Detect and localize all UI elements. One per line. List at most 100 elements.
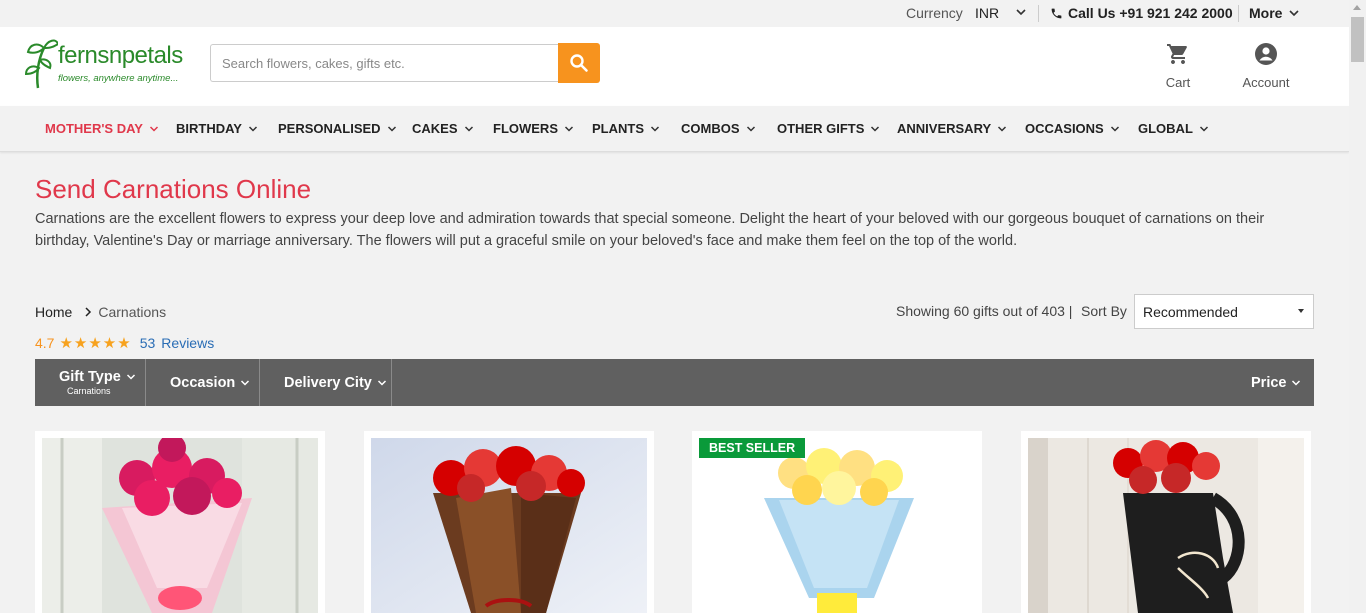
filter-label: Price (1251, 374, 1287, 391)
chevron-down-icon (248, 125, 258, 132)
call-us-link[interactable]: Call Us +91 921 242 2000 (1050, 5, 1233, 21)
chevron-down-icon (464, 125, 473, 132)
caret-down-icon (1298, 309, 1304, 313)
nav-item-occasions[interactable]: OCCASIONS (1025, 121, 1120, 136)
product-card[interactable] (35, 431, 325, 613)
nav-item-label: MOTHER'S DAY (45, 121, 143, 136)
nav-item-label: OCCASIONS (1025, 121, 1104, 136)
search-icon (570, 54, 588, 72)
best-seller-badge: BEST SELLER (699, 438, 806, 458)
chevron-down-icon (650, 125, 660, 132)
page-title: Send Carnations Online (35, 174, 312, 204)
sort-by-label: Sort By (1081, 303, 1127, 319)
call-us-text: Call Us +91 921 242 2000 (1068, 5, 1233, 21)
results-count: Showing 60 gifts out of 403 | (896, 303, 1073, 319)
star-rating-icon: ★★★★★ (59, 335, 132, 352)
nav-item-label: OTHER GIFTS (777, 121, 865, 136)
nav-item-birthday[interactable]: BIRTHDAY (176, 121, 258, 136)
filter-gift-type-selected: Carnations (67, 386, 111, 396)
nav-item-personalised[interactable]: PERSONALISED (278, 121, 397, 136)
filter-bar: Gift Type Carnations Occasion Delivery C… (35, 359, 1314, 406)
chevron-down-icon (564, 125, 574, 132)
filter-occasion[interactable]: Occasion (146, 359, 260, 406)
cart-icon (1167, 44, 1187, 64)
nav-item-label: CAKES (412, 121, 458, 136)
top-utility-bar: Currency INR Call Us +91 921 242 2000 Mo… (0, 0, 1349, 27)
chevron-down-icon (1288, 7, 1300, 19)
phone-icon (1050, 7, 1063, 20)
sort-select[interactable]: Recommended (1134, 294, 1314, 329)
filter-label: Occasion (170, 374, 236, 391)
reviews-link[interactable]: Reviews (161, 335, 214, 351)
category-nav: MOTHER'S DAY BIRTHDAY PERSONALISED CAKES… (0, 106, 1349, 152)
scrollbar-thumb[interactable] (1351, 17, 1364, 62)
nav-item-label: PERSONALISED (278, 121, 381, 136)
divider (1238, 5, 1239, 22)
sort-select-value: Recommended (1143, 303, 1238, 320)
logo-brand-text: fernsnpetals (58, 42, 183, 69)
chevron-down-icon (1110, 125, 1119, 132)
chevron-down-icon (149, 125, 158, 132)
currency-selector[interactable]: INR (975, 5, 999, 21)
product-card[interactable] (364, 431, 654, 613)
nav-item-label: GLOBAL (1138, 121, 1193, 136)
chevron-down-icon (998, 125, 1007, 132)
breadcrumb: Home Carnations (35, 304, 166, 320)
product-card[interactable] (1021, 431, 1311, 613)
nav-item-combos[interactable]: COMBOS (681, 121, 756, 136)
nav-item-label: ANNIVERSARY (897, 121, 992, 136)
rating-value: 4.7 (35, 335, 55, 351)
cart-button[interactable]: Cart (1158, 42, 1198, 90)
filter-price[interactable]: Price (1251, 359, 1314, 406)
account-button[interactable]: Account (1236, 42, 1296, 90)
breadcrumb-current: Carnations (98, 304, 167, 320)
review-count[interactable]: 53 (140, 335, 156, 351)
product-card[interactable]: BEST SELLER (692, 431, 982, 613)
nav-item-global[interactable]: GLOBAL (1138, 121, 1209, 136)
product-image[interactable] (42, 438, 318, 613)
nav-item-plants[interactable]: PLANTS (592, 121, 660, 136)
flower-logo-icon (24, 39, 58, 89)
nav-item-other-gifts[interactable]: OTHER GIFTS (777, 121, 880, 136)
nav-item-label: BIRTHDAY (176, 121, 242, 136)
search-input[interactable] (210, 44, 558, 82)
search-button[interactable] (558, 43, 600, 83)
divider (1038, 5, 1039, 22)
logo-tagline: flowers, anywhere anytime... (58, 73, 179, 84)
filter-delivery-city[interactable]: Delivery City (260, 359, 392, 406)
chevron-down-icon (746, 125, 755, 132)
nav-item-label: FLOWERS (493, 121, 558, 136)
chevron-down-icon (387, 125, 396, 132)
chevron-right-icon (85, 307, 92, 317)
nav-item-anniversary[interactable]: ANNIVERSARY (897, 121, 1007, 136)
currency-label: Currency (906, 5, 963, 21)
nav-item-cakes[interactable]: CAKES (412, 121, 474, 136)
chevron-down-icon (1199, 125, 1208, 132)
more-label: More (1249, 5, 1283, 21)
nav-item-label: PLANTS (592, 121, 644, 136)
nav-item-mothers-day[interactable]: MOTHER'S DAY (45, 121, 159, 136)
product-image[interactable] (371, 438, 647, 613)
filter-label: Gift Type (59, 369, 121, 385)
site-logo[interactable]: fernsnpetals flowers, anywhere anytime..… (24, 30, 194, 90)
product-image[interactable] (1028, 438, 1304, 613)
rating-summary: 4.7 ★★★★★ 53 Reviews (35, 334, 214, 352)
filter-label: Delivery City (284, 374, 372, 391)
more-menu[interactable]: More (1249, 5, 1300, 21)
chevron-down-icon (241, 379, 250, 386)
chevron-down-icon (871, 125, 880, 132)
page-scrollbar[interactable] (1349, 0, 1366, 613)
cart-label: Cart (1165, 75, 1191, 90)
nav-item-label: COMBOS (681, 121, 740, 136)
account-icon (1255, 43, 1277, 65)
breadcrumb-home-link[interactable]: Home (35, 304, 72, 320)
nav-item-flowers[interactable]: FLOWERS (493, 121, 574, 136)
chevron-down-icon (1292, 379, 1301, 386)
product-image[interactable] (699, 438, 975, 613)
chevron-down-icon[interactable] (1015, 6, 1027, 18)
scroll-up-arrow-icon[interactable] (1353, 5, 1361, 10)
chevron-down-icon (126, 374, 135, 380)
filter-gift-type[interactable]: Gift Type Carnations (35, 359, 146, 406)
account-label: Account (1242, 75, 1290, 90)
page-description: Carnations are the excellent flowers to … (35, 211, 1265, 249)
